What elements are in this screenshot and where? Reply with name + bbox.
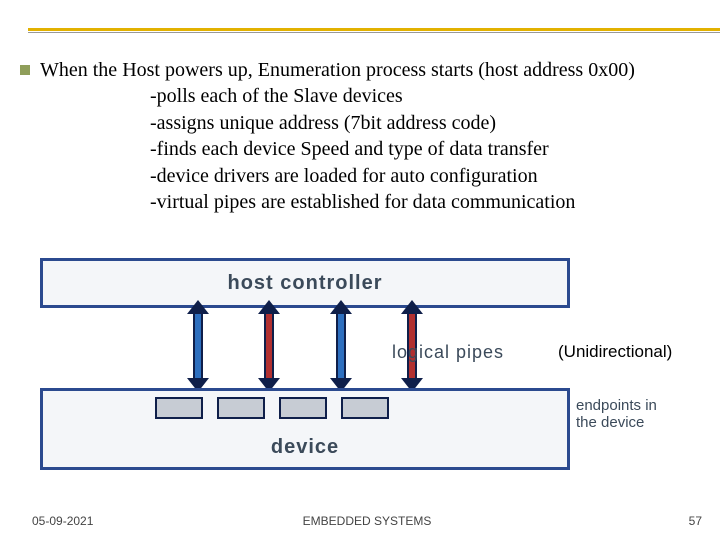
footer-page: 57 [689,514,702,528]
sub-line-1: -polls each of the Slave devices [150,84,712,108]
sub-line-3: -finds each device Speed and type of dat… [150,137,712,161]
endpoint-icon [217,397,265,419]
sub-line-5: -virtual pipes are established for data … [150,190,712,214]
sub-line-4: -device drivers are loaded for auto conf… [150,164,712,188]
host-controller-label: host controller [227,272,382,295]
slide-content: When the Host powers up, Enumeration pro… [20,58,712,214]
device-label: device [43,436,567,459]
endpoint-icon [341,397,389,419]
pipe-arrow-icon [185,308,211,384]
sub-line-2: -assigns unique address (7bit address co… [150,111,712,135]
pipe-arrow-icon [328,308,354,384]
usb-diagram: host controller [40,258,570,384]
endpoint-icon [155,397,203,419]
endpoints-text: endpoints in the device [576,398,657,431]
bullet-icon [20,65,30,75]
pipe-arrow-icon [256,308,282,384]
footer-title: EMBEDDED SYSTEMS [303,514,432,528]
title-accent-bar [28,28,720,31]
unidirectional-label: (Unidirectional) [558,342,672,362]
endpoint-icon [279,397,327,419]
footer-date: 05-09-2021 [32,514,93,528]
endpoints-text-l2: the device [576,415,657,432]
lead-text: When the Host powers up, Enumeration pro… [40,58,635,82]
logical-pipes-label: logical pipes [392,342,504,363]
slide-footer: 05-09-2021 EMBEDDED SYSTEMS 57 [32,514,702,528]
lead-bullet-row: When the Host powers up, Enumeration pro… [20,58,712,82]
endpoints-text-l1: endpoints in [576,398,657,415]
pipe-arrows [185,308,425,384]
host-controller-box: host controller [40,258,570,308]
device-box: device [40,388,570,470]
endpoints-row [155,397,389,419]
